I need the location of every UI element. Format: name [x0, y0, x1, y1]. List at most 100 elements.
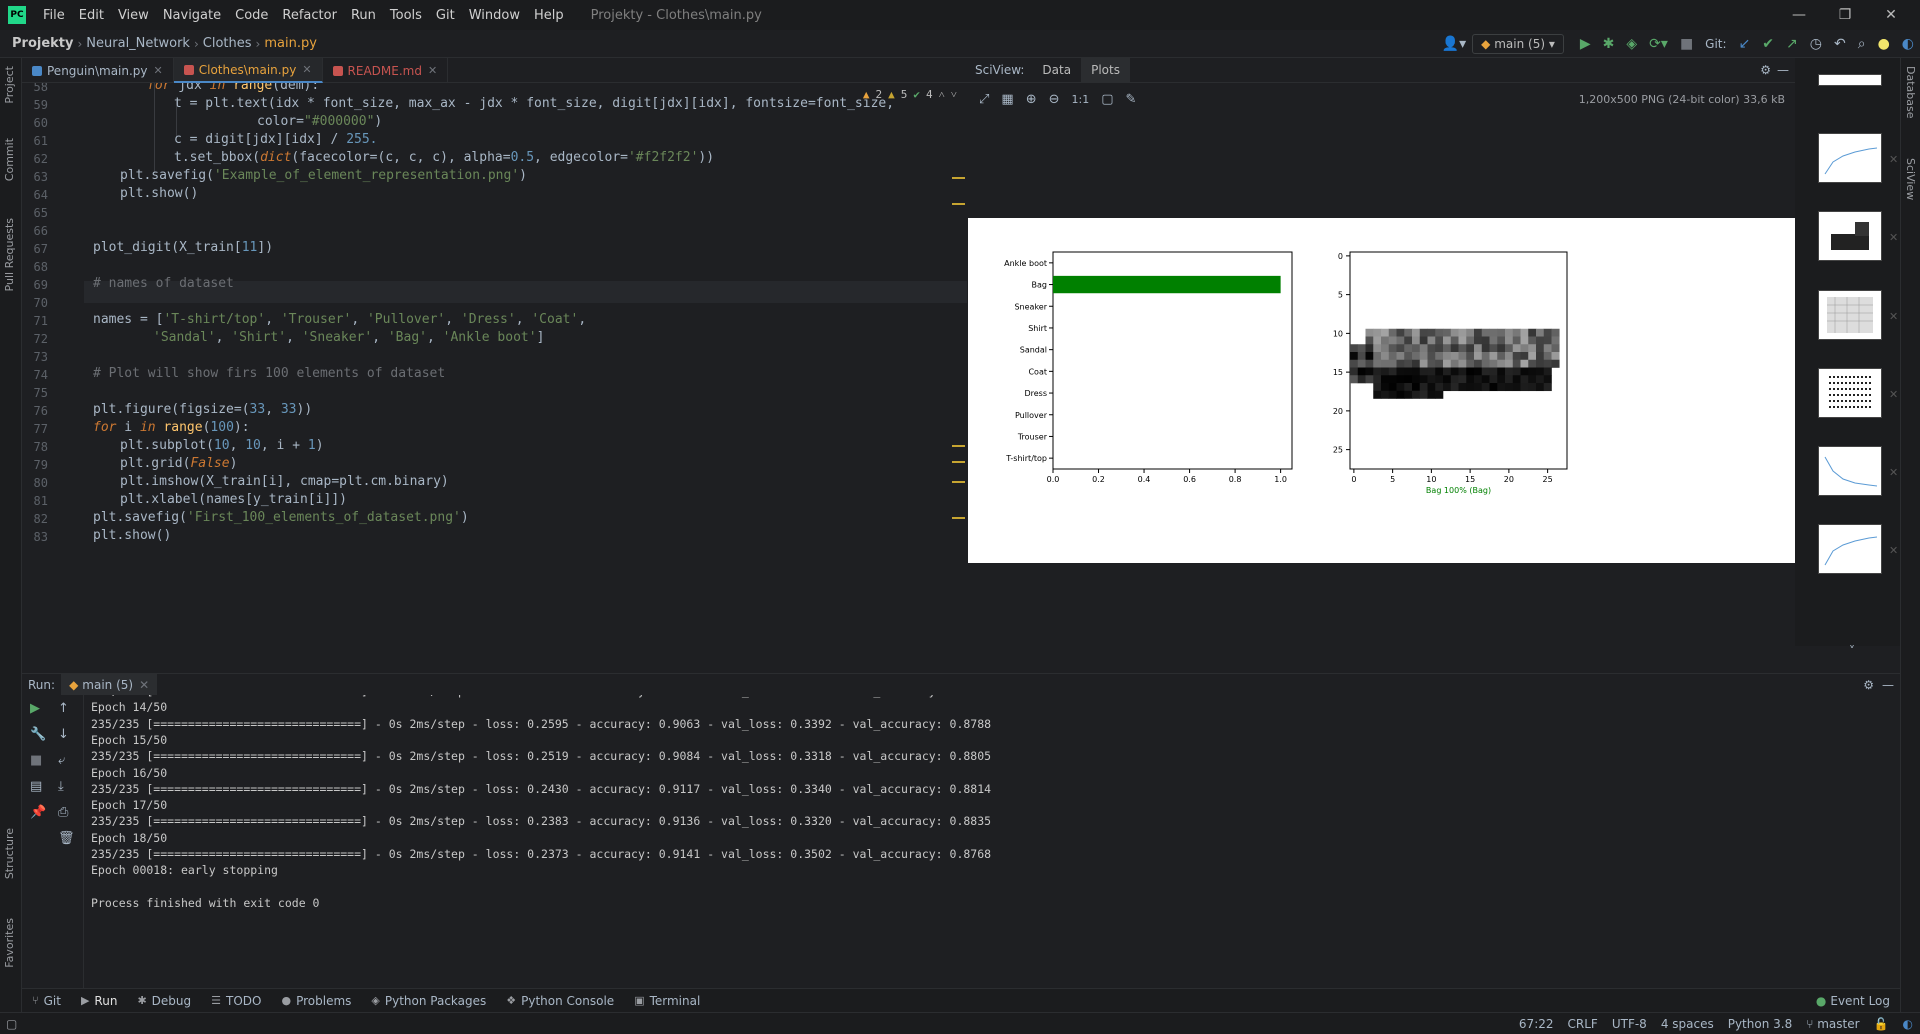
breadcrumb-folder[interactable]: Clothes [199, 36, 256, 51]
plot-thumbnail[interactable] [1818, 524, 1882, 574]
close-tab-icon[interactable]: ✕ [302, 63, 311, 76]
close-tab-icon[interactable]: ✕ [154, 64, 163, 77]
project-tool-tab[interactable]: Project [3, 66, 16, 104]
error-stripe-mark[interactable] [952, 461, 965, 463]
git-push-icon[interactable]: ↗ [1786, 36, 1798, 52]
python-interpreter[interactable]: Python 3.8 [1721, 1017, 1800, 1031]
trash-icon[interactable]: 🗑 [58, 831, 75, 846]
coverage-icon[interactable]: ◈ [1626, 36, 1637, 52]
pin-icon[interactable]: 📌 [30, 805, 46, 820]
run-tab[interactable]: ◆ main (5) ✕ [61, 673, 158, 696]
code-editor[interactable]: 58 59 60 61 62 63 64 65 66 67 68 69 70 71 72 73 74 75 76 77… [22, 83, 967, 646]
history-icon[interactable]: ◷ [1810, 36, 1822, 52]
tool-tab-python-packages[interactable]: ◈ Python Packages [361, 994, 496, 1008]
chevron-up-icon[interactable]: ˄ [939, 88, 945, 101]
menu-navigate[interactable]: Navigate [156, 8, 228, 23]
sciview-tool-tab[interactable]: SciView [1904, 158, 1917, 200]
gear-icon[interactable]: ⚙ [1760, 63, 1771, 77]
chevron-down-icon[interactable]: ˅ [951, 88, 957, 101]
plot-thumbnail[interactable] [1818, 446, 1882, 496]
git-commit-icon[interactable]: ✔ [1762, 36, 1774, 52]
commit-tool-tab[interactable]: Commit [3, 138, 16, 181]
rerun-icon[interactable]: ▶ [30, 701, 40, 716]
tool-tab-python-console[interactable]: ❖ Python Console [496, 994, 624, 1008]
lock-icon[interactable]: 🔓 [1867, 1017, 1896, 1031]
tool-tab-problems[interactable]: ● Problems [271, 994, 361, 1008]
grid-icon[interactable]: ▦ [1001, 92, 1013, 107]
plot-thumbnail[interactable] [1818, 368, 1882, 418]
soft-wrap-icon[interactable]: ⤶ [58, 753, 65, 768]
plot-thumbnail[interactable] [1818, 74, 1882, 86]
close-icon[interactable]: ✕ [139, 678, 149, 692]
error-stripe-mark[interactable] [952, 481, 965, 483]
close-icon[interactable]: ✕ [1889, 153, 1898, 166]
menu-refactor[interactable]: Refactor [275, 8, 344, 23]
close-icon[interactable]: ✕ [1889, 544, 1898, 557]
scroll-to-end-icon[interactable]: ⤓ [58, 779, 64, 794]
close-icon[interactable]: ✕ [1889, 466, 1898, 479]
breadcrumb-folder[interactable]: Neural_Network [82, 36, 194, 51]
menu-view[interactable]: View [111, 8, 156, 23]
menu-run[interactable]: Run [344, 8, 383, 23]
menu-file[interactable]: File [36, 8, 72, 23]
menu-git[interactable]: Git [429, 8, 462, 23]
error-stripe-mark[interactable] [952, 445, 965, 447]
editor-tab[interactable]: Penguin\main.py ✕ [22, 58, 174, 83]
close-icon[interactable]: ✕ [1889, 231, 1898, 244]
ide-updates-icon[interactable]: ● [1878, 36, 1890, 52]
caret-position[interactable]: 67:22 [1512, 1017, 1561, 1031]
editor-tab[interactable]: README.md ✕ [323, 58, 449, 83]
tool-tab-terminal[interactable]: ▣ Terminal [624, 994, 710, 1008]
plot-thumbnail[interactable] [1818, 133, 1882, 183]
layout-toggle-icon[interactable]: ▢ [6, 1017, 17, 1031]
fit-to-window-icon[interactable]: ⤢ [979, 92, 989, 107]
hide-icon[interactable]: — [1777, 63, 1789, 77]
editor-tab[interactable]: Clothes\main.py ✕ [173, 58, 323, 83]
pull-requests-tool-tab[interactable]: Pull Requests [3, 218, 16, 291]
git-branch[interactable]: ⑂ master [1799, 1017, 1866, 1031]
error-stripe-mark[interactable] [952, 177, 965, 179]
favorites-tool-tab[interactable]: Favorites [3, 918, 16, 968]
profile-icon[interactable]: ⟳▾ [1649, 36, 1668, 52]
git-update-icon[interactable]: ↙ [1739, 36, 1751, 52]
python-logo-icon[interactable]: ◐ [1902, 36, 1914, 52]
database-tool-tab[interactable]: Database [1904, 66, 1917, 119]
inspections-widget[interactable]: ▲ 2 ▲ 5 ✔ 4 ˄ ˅ [863, 88, 957, 101]
tool-tab-run[interactable]: ▶ Run [71, 994, 127, 1008]
debug-icon[interactable]: ✱ [1603, 36, 1615, 52]
line-separator[interactable]: CRLF [1561, 1017, 1605, 1031]
user-icon[interactable]: 👤▾ [1442, 36, 1466, 52]
actual-size-button[interactable]: 1:1 [1072, 93, 1090, 106]
close-icon[interactable]: ✕ [1889, 310, 1898, 323]
print-icon[interactable]: ⎙ [58, 805, 68, 820]
indent-setting[interactable]: 4 spaces [1654, 1017, 1721, 1031]
tab-plots[interactable]: Plots [1081, 57, 1130, 83]
file-encoding[interactable]: UTF-8 [1605, 1017, 1654, 1031]
error-stripe-mark[interactable] [952, 517, 965, 519]
menu-window[interactable]: Window [462, 8, 527, 23]
search-icon[interactable]: ⌕ [1858, 36, 1866, 52]
tab-data[interactable]: Data [1032, 58, 1081, 83]
event-log-button[interactable]: ● Event Log [1816, 994, 1890, 1008]
restore-icon[interactable]: ❐ [1822, 0, 1868, 30]
tool-tab-debug[interactable]: ✱ Debug [127, 994, 201, 1008]
rollback-icon[interactable]: ↶ [1834, 36, 1846, 52]
run-icon[interactable]: ▶ [1580, 36, 1591, 52]
plot-thumbnail[interactable] [1818, 290, 1882, 340]
stop-icon[interactable]: ■ [30, 753, 42, 768]
tool-tab-todo[interactable]: ☰ TODO [201, 994, 271, 1008]
zoom-in-icon[interactable]: ⊕ [1026, 92, 1037, 107]
stop-icon[interactable]: ■ [1680, 36, 1693, 52]
close-icon[interactable]: ✕ [1889, 388, 1898, 401]
plot-thumbnail[interactable] [1818, 211, 1882, 261]
close-tab-icon[interactable]: ✕ [428, 64, 437, 77]
gear-icon[interactable]: ⚙ [1863, 678, 1874, 692]
run-config-dropdown[interactable]: ◆ main (5) ▾ [1472, 34, 1564, 54]
notifications-icon[interactable]: ◐ [1896, 1017, 1920, 1031]
minimize-icon[interactable]: — [1776, 0, 1822, 30]
run-console[interactable]: 235/235 [==============================]… [84, 695, 1900, 988]
error-stripe-mark[interactable] [952, 203, 965, 205]
zoom-out-icon[interactable]: ⊖ [1049, 92, 1060, 107]
arrow-up-icon[interactable]: ↑ [58, 701, 69, 716]
fit-zoom-icon[interactable]: ▢ [1101, 92, 1113, 107]
